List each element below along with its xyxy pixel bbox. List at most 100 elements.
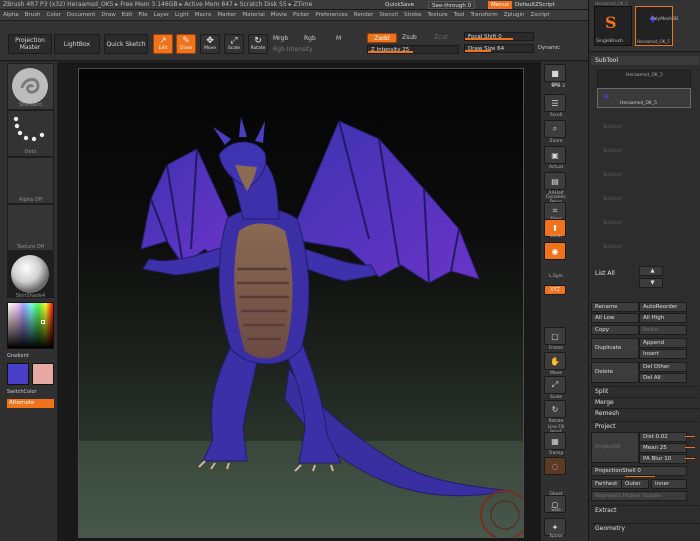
rgb-button[interactable]: Rgb: [304, 35, 316, 42]
scroll-button[interactable]: ☰: [544, 94, 566, 112]
dist-slider[interactable]: Dist 0.02: [639, 432, 687, 442]
menu-item[interactable]: Macro: [192, 10, 215, 21]
subtool-empty-slot[interactable]: Subtool: [597, 124, 691, 130]
secondary-color-swatch[interactable]: [32, 363, 54, 385]
inner-button[interactable]: Inner: [651, 479, 687, 489]
shelf-scale-button[interactable]: ⤢: [544, 376, 566, 394]
transp-button[interactable]: ◌: [544, 457, 566, 475]
project-all-button[interactable]: ProjectAll: [591, 432, 639, 463]
gyro-button[interactable]: ◉: [544, 242, 566, 260]
frame-button[interactable]: ▢: [544, 327, 566, 345]
material-thumbnail[interactable]: [7, 251, 54, 298]
menu-item[interactable]: Zplugin: [501, 10, 528, 21]
menu-item[interactable]: Alpha: [0, 10, 22, 21]
aahalf-button[interactable]: ▤: [544, 172, 566, 190]
menu-item[interactable]: Transform: [467, 10, 500, 21]
rgb-intensity-slider[interactable]: Rgb Intensity: [273, 46, 313, 53]
alternate-button[interactable]: Alternate: [7, 399, 54, 408]
viewport[interactable]: [58, 62, 540, 541]
outer-button[interactable]: Outer: [621, 479, 649, 489]
paste-button[interactable]: Paste: [639, 325, 687, 335]
dynamic-button[interactable]: Dynamic: [538, 45, 560, 51]
menu-item[interactable]: Zscript: [527, 10, 552, 21]
all-low-button[interactable]: All Low: [591, 313, 639, 323]
del-other-button[interactable]: Del Other: [639, 362, 687, 372]
gradient-label[interactable]: Gradient: [7, 353, 54, 359]
active-tool-tile[interactable]: ✦ Heraamsd_OK_5: [635, 6, 673, 46]
menu-item[interactable]: Picker: [290, 10, 312, 21]
menu-item[interactable]: Light: [172, 10, 192, 21]
switchcolor-button[interactable]: SwitchColor: [7, 389, 54, 395]
split-section[interactable]: Split: [591, 386, 699, 396]
subtool-empty-slot[interactable]: Subtool: [597, 244, 691, 250]
remesh-section[interactable]: Remesh: [591, 408, 699, 418]
main-color-swatch[interactable]: [7, 363, 29, 385]
subtool-item[interactable]: Heraamsd_OK_5: [597, 70, 691, 90]
subtool-empty-slot[interactable]: Subtool: [597, 196, 691, 202]
zoom-button[interactable]: ⌕: [544, 120, 566, 138]
shelf-move-button[interactable]: ✋: [544, 352, 566, 370]
dragon-model[interactable]: [79, 69, 524, 538]
merge-section[interactable]: Merge: [591, 397, 699, 407]
z-intensity-slider[interactable]: Z Intensity 25: [367, 45, 459, 54]
subtool-empty-slot[interactable]: Subtool: [597, 172, 691, 178]
menu-item[interactable]: Stencil: [376, 10, 401, 21]
quicksave-button[interactable]: QuickSave: [382, 1, 417, 9]
edit-button[interactable]: ↗ Edit: [153, 34, 173, 54]
projection-shell-slider[interactable]: ProjectionShell 0: [591, 466, 687, 476]
menu-item[interactable]: Texture: [425, 10, 451, 21]
del-all-button[interactable]: Del All: [639, 373, 687, 383]
zadd-button[interactable]: Zadd: [367, 33, 397, 43]
quick-sketch-button[interactable]: Quick Sketch: [104, 34, 148, 54]
xyz-button[interactable]: XYZ: [544, 285, 566, 295]
menu-item[interactable]: Tool: [451, 10, 468, 21]
menu-item[interactable]: Color: [44, 10, 64, 21]
menu-item[interactable]: Marker: [214, 10, 239, 21]
spix-slider[interactable]: SPix 3: [543, 84, 573, 89]
subtool-empty-slot[interactable]: Subtool: [597, 148, 691, 154]
menu-item[interactable]: Brush: [22, 10, 44, 21]
menu-item[interactable]: File: [135, 10, 150, 21]
mrgb-button[interactable]: Mrgb: [273, 35, 288, 42]
menu-item[interactable]: Layer: [151, 10, 172, 21]
reproject-higher-subdiv-button[interactable]: Reproject Higher Subdiv: [591, 491, 687, 501]
menu-item[interactable]: Document: [64, 10, 99, 21]
mean-slider[interactable]: Mean 25: [639, 443, 687, 453]
polyf-button[interactable]: ▦: [544, 432, 566, 450]
project-section[interactable]: Project: [591, 421, 699, 431]
menu-item[interactable]: Stroke: [401, 10, 425, 21]
projection-master-button[interactable]: Projection Master: [8, 34, 52, 54]
menu-item[interactable]: Material: [239, 10, 267, 21]
draw-button[interactable]: ✎ Draw: [176, 34, 196, 54]
geometry-section[interactable]: Geometry: [591, 523, 699, 533]
shelf-rotate-button[interactable]: ↻: [544, 400, 566, 418]
menu-item[interactable]: Draw: [98, 10, 118, 21]
subtool-empty-slot[interactable]: Subtool: [597, 220, 691, 226]
menu-item[interactable]: Preferences: [312, 10, 350, 21]
see-through-slider[interactable]: See-through 0: [428, 1, 476, 9]
focal-shift-slider[interactable]: Focal Shift 0: [464, 32, 534, 41]
rotate-button[interactable]: ↻ Rotate: [248, 34, 268, 54]
insert-button[interactable]: Insert: [639, 349, 687, 359]
single-brush-tile[interactable]: S SingleBrush: [594, 6, 632, 46]
zcut-button[interactable]: Zcut: [434, 34, 448, 41]
append-button[interactable]: Append: [639, 338, 687, 348]
polymesh-label[interactable]: PolyMesh3D: [651, 17, 678, 22]
menu-item[interactable]: Render: [351, 10, 377, 21]
delete-button[interactable]: Delete: [591, 362, 639, 383]
arrow-up-button[interactable]: ▲: [639, 266, 663, 276]
rename-button[interactable]: Rename: [591, 302, 639, 312]
lightbox-button[interactable]: LightBox: [54, 34, 100, 54]
menus-button[interactable]: Menus: [488, 1, 512, 9]
m-button[interactable]: M: [336, 35, 341, 42]
menu-item[interactable]: Edit: [119, 10, 136, 21]
extract-section[interactable]: Extract: [591, 505, 699, 515]
draw-size-slider[interactable]: Draw Size 64: [464, 44, 534, 53]
pa-blur-slider[interactable]: PA Blur 10: [639, 454, 687, 464]
default-zscript-button[interactable]: DefaultZScript: [512, 1, 558, 9]
document-canvas[interactable]: [78, 68, 524, 538]
color-picker[interactable]: [7, 302, 54, 349]
zsub-button[interactable]: Zsub: [402, 34, 417, 41]
duplicate-button[interactable]: Duplicate: [591, 338, 639, 359]
bpr-button[interactable]: ■: [544, 64, 566, 82]
